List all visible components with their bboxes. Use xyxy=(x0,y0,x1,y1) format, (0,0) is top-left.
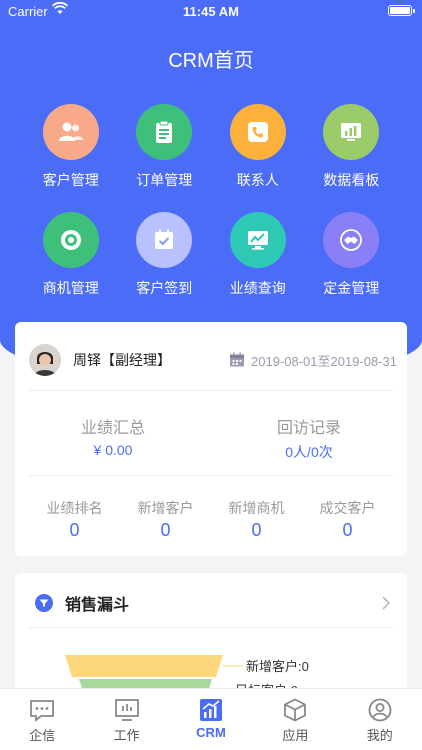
grid-item-contacts[interactable]: 联系人 xyxy=(211,104,305,190)
customers-icon xyxy=(42,104,99,160)
user-row: 周铎【副经理】 2019-08-01至2019-08-31 xyxy=(29,344,397,376)
grid-label: 数据看板 xyxy=(323,172,380,188)
funnel-label-new-customers: 新增客户:0 xyxy=(246,659,309,674)
user-name: 周铎【副经理】 xyxy=(73,352,171,368)
tab-label: 工作 xyxy=(113,728,140,743)
avatar[interactable] xyxy=(29,344,61,376)
bottom-tab-bar: 企信 工作 CRM 应用 我的 xyxy=(0,688,422,750)
stat-value: 0 xyxy=(69,520,80,540)
stat-title: 回访记录 xyxy=(276,420,341,437)
work-board-icon xyxy=(114,699,139,721)
stat-title: 成交客户 xyxy=(319,500,376,516)
stat-value: 0人/0次 xyxy=(285,444,333,460)
checkin-calendar-icon xyxy=(136,212,193,268)
tab-mine[interactable]: 我的 xyxy=(338,689,422,750)
tab-crm[interactable]: CRM xyxy=(169,689,253,750)
grid-label: 商机管理 xyxy=(42,280,99,296)
tab-apps[interactable]: 应用 xyxy=(253,689,337,750)
funnel-stage-new-customers xyxy=(65,655,223,677)
grid-label: 客户管理 xyxy=(42,172,99,188)
metric-stats: 业绩排名 0 新增客户 0 新增商机 0 成交客户 0 xyxy=(29,498,393,541)
stat-title: 业绩汇总 xyxy=(80,420,145,437)
stat-title: 新增客户 xyxy=(137,500,194,516)
date-range-selector[interactable]: 2019-08-01至2019-08-31 xyxy=(229,351,397,370)
tab-label: 企信 xyxy=(29,728,56,743)
divider xyxy=(29,390,393,391)
performance-monitor-icon xyxy=(229,212,286,268)
grid-item-data-dashboard[interactable]: 数据看板 xyxy=(305,104,399,190)
stat-title: 新增商机 xyxy=(228,500,285,516)
performance-card: 周铎【副经理】 2019-08-01至2019-08-31 业绩汇总 ¥ 0.0… xyxy=(15,322,407,556)
grid-item-opportunity-management[interactable]: 商机管理 xyxy=(24,212,118,298)
grid-item-customer-checkin[interactable]: 客户签到 xyxy=(118,212,212,298)
stat-performance-rank[interactable]: 业绩排名 0 xyxy=(29,498,120,541)
status-time: 11:45 AM xyxy=(183,4,239,19)
grid-label: 订单管理 xyxy=(136,172,193,188)
stat-new-customers[interactable]: 新增客户 0 xyxy=(120,498,211,541)
handshake-icon xyxy=(323,212,380,268)
crm-chart-icon xyxy=(199,699,222,721)
grid-label: 联系人 xyxy=(236,172,279,188)
profile-icon xyxy=(368,698,392,722)
chat-icon xyxy=(30,700,55,722)
summary-stats: 业绩汇总 ¥ 0.00 回访记录 0人/0次 xyxy=(15,414,407,462)
tab-qixin[interactable]: 企信 xyxy=(0,689,84,750)
stat-value: 0 xyxy=(251,520,262,540)
grid-item-performance-query[interactable]: 业绩查询 xyxy=(211,212,305,298)
stat-value: ¥ 0.00 xyxy=(93,442,133,458)
phone-icon xyxy=(229,104,286,160)
order-clipboard-icon xyxy=(136,104,193,160)
grid-label: 业绩查询 xyxy=(229,280,286,296)
dashboard-chart-icon xyxy=(323,104,380,160)
date-range-text: 2019-08-01至2019-08-31 xyxy=(251,353,397,369)
battery-icon xyxy=(388,5,415,16)
tab-label: 应用 xyxy=(282,728,309,743)
stat-closed-customers[interactable]: 成交客户 0 xyxy=(302,498,393,541)
grid-label: 客户签到 xyxy=(136,280,193,296)
tab-label: CRM xyxy=(196,725,226,740)
grid-item-deposit-management[interactable]: 定金管理 xyxy=(305,212,399,298)
page-title: CRM首页 xyxy=(168,50,254,72)
stat-title: 业绩排名 xyxy=(46,500,103,516)
feature-grid: 客户管理 订单管理 联系人 数据看板 商机管理 客户签到 业绩查询 定金管理 xyxy=(24,104,398,298)
tab-label: 我的 xyxy=(366,728,393,743)
summary-visit-records[interactable]: 回访记录 0人/0次 xyxy=(211,414,407,462)
divider xyxy=(29,475,393,476)
target-icon xyxy=(42,212,99,268)
tab-work[interactable]: 工作 xyxy=(84,689,168,750)
grid-item-customer-management[interactable]: 客户管理 xyxy=(24,104,118,190)
summary-performance[interactable]: 业绩汇总 ¥ 0.00 xyxy=(15,414,211,462)
calendar-icon xyxy=(230,352,244,367)
stat-value: 0 xyxy=(160,520,171,540)
stat-new-opportunities[interactable]: 新增商机 0 xyxy=(211,498,302,541)
stat-value: 0 xyxy=(342,520,353,540)
grid-label: 定金管理 xyxy=(323,280,380,296)
grid-item-order-management[interactable]: 订单管理 xyxy=(118,104,212,190)
status-bar: Carrier 11:45 AM xyxy=(0,0,422,22)
box-icon xyxy=(284,698,307,722)
